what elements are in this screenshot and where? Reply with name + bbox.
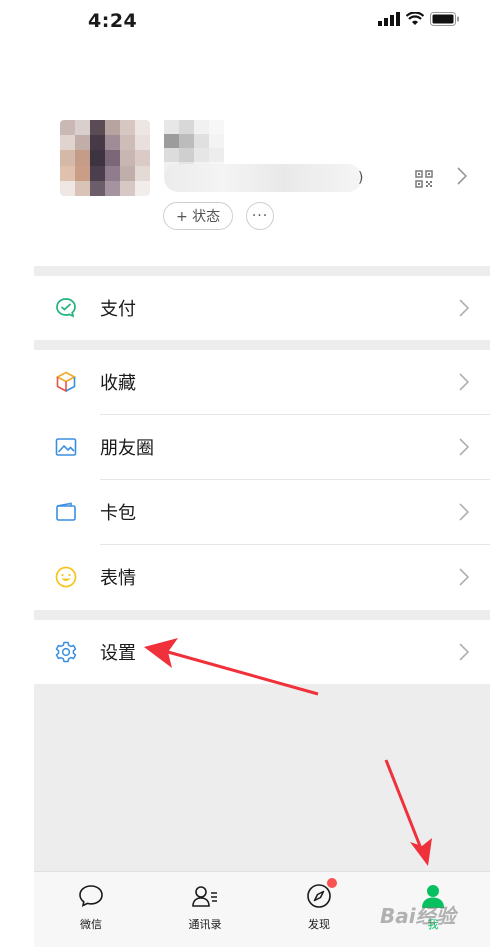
wechat-id-tail: ) (358, 170, 364, 186)
watermark: Bai经验 (380, 904, 456, 928)
empty-background (34, 684, 490, 871)
menu-item-settings[interactable]: 设置 (34, 620, 490, 684)
wechat-id-blurred (164, 164, 362, 192)
tab-label: 通讯录 (188, 918, 222, 931)
chevron-right-icon (459, 438, 470, 456)
wifi-icon (406, 12, 424, 25)
tab-discover[interactable]: 发现 (262, 872, 376, 947)
menu-item-label: 设置 (100, 643, 136, 664)
chevron-right-icon (459, 503, 470, 521)
favorites-cube-icon (55, 371, 77, 393)
tab-contacts[interactable]: 通讯录 (148, 872, 262, 947)
card-wallet-icon (56, 502, 76, 521)
qr-code-icon[interactable] (415, 170, 433, 188)
status-icons (378, 12, 460, 26)
add-status-button[interactable]: + 状态 (163, 202, 234, 230)
menu-item-label: 支付 (100, 299, 136, 320)
section-gap (34, 266, 490, 276)
menu-item-label: 收藏 (100, 373, 136, 394)
tab-label: 发现 (308, 918, 330, 931)
menu-item-label: 卡包 (100, 503, 136, 524)
chevron-right-icon (459, 568, 470, 586)
chevron-right-icon (459, 643, 470, 661)
emoji-smile-icon (55, 566, 77, 588)
chevron-right-icon (459, 299, 470, 317)
menu-item-stickers[interactable]: 表情 (34, 545, 490, 609)
menu-item-pay[interactable]: 支付 (34, 276, 490, 340)
contacts-icon (192, 886, 217, 907)
notification-badge (327, 878, 337, 888)
moments-photo-icon (55, 438, 77, 456)
signal-icon (378, 12, 400, 26)
settings-gear-icon (55, 641, 77, 663)
status-time: 4:24 (88, 10, 138, 32)
status-bar: 4:24 (0, 0, 496, 46)
chat-bubble-icon (79, 885, 103, 907)
menu-item-favorites[interactable]: 收藏 (34, 350, 490, 414)
wechat-pay-icon (56, 298, 76, 318)
section-gap (34, 610, 490, 620)
chevron-right-icon[interactable] (456, 166, 468, 186)
more-status-button[interactable]: ··· (246, 202, 274, 230)
tab-label: 微信 (80, 918, 102, 931)
avatar[interactable] (60, 120, 150, 196)
tab-chats[interactable]: 微信 (34, 872, 148, 947)
profile-header[interactable]: ) + 状态 ··· (0, 46, 496, 266)
menu-item-label: 表情 (100, 568, 136, 589)
section-gap (34, 340, 490, 350)
battery-icon (430, 12, 459, 26)
menu-item-label: 朋友圈 (100, 438, 154, 459)
menu-item-card-wallet[interactable]: 卡包 (34, 480, 490, 544)
chevron-right-icon (459, 373, 470, 391)
menu-item-moments[interactable]: 朋友圈 (34, 415, 490, 479)
